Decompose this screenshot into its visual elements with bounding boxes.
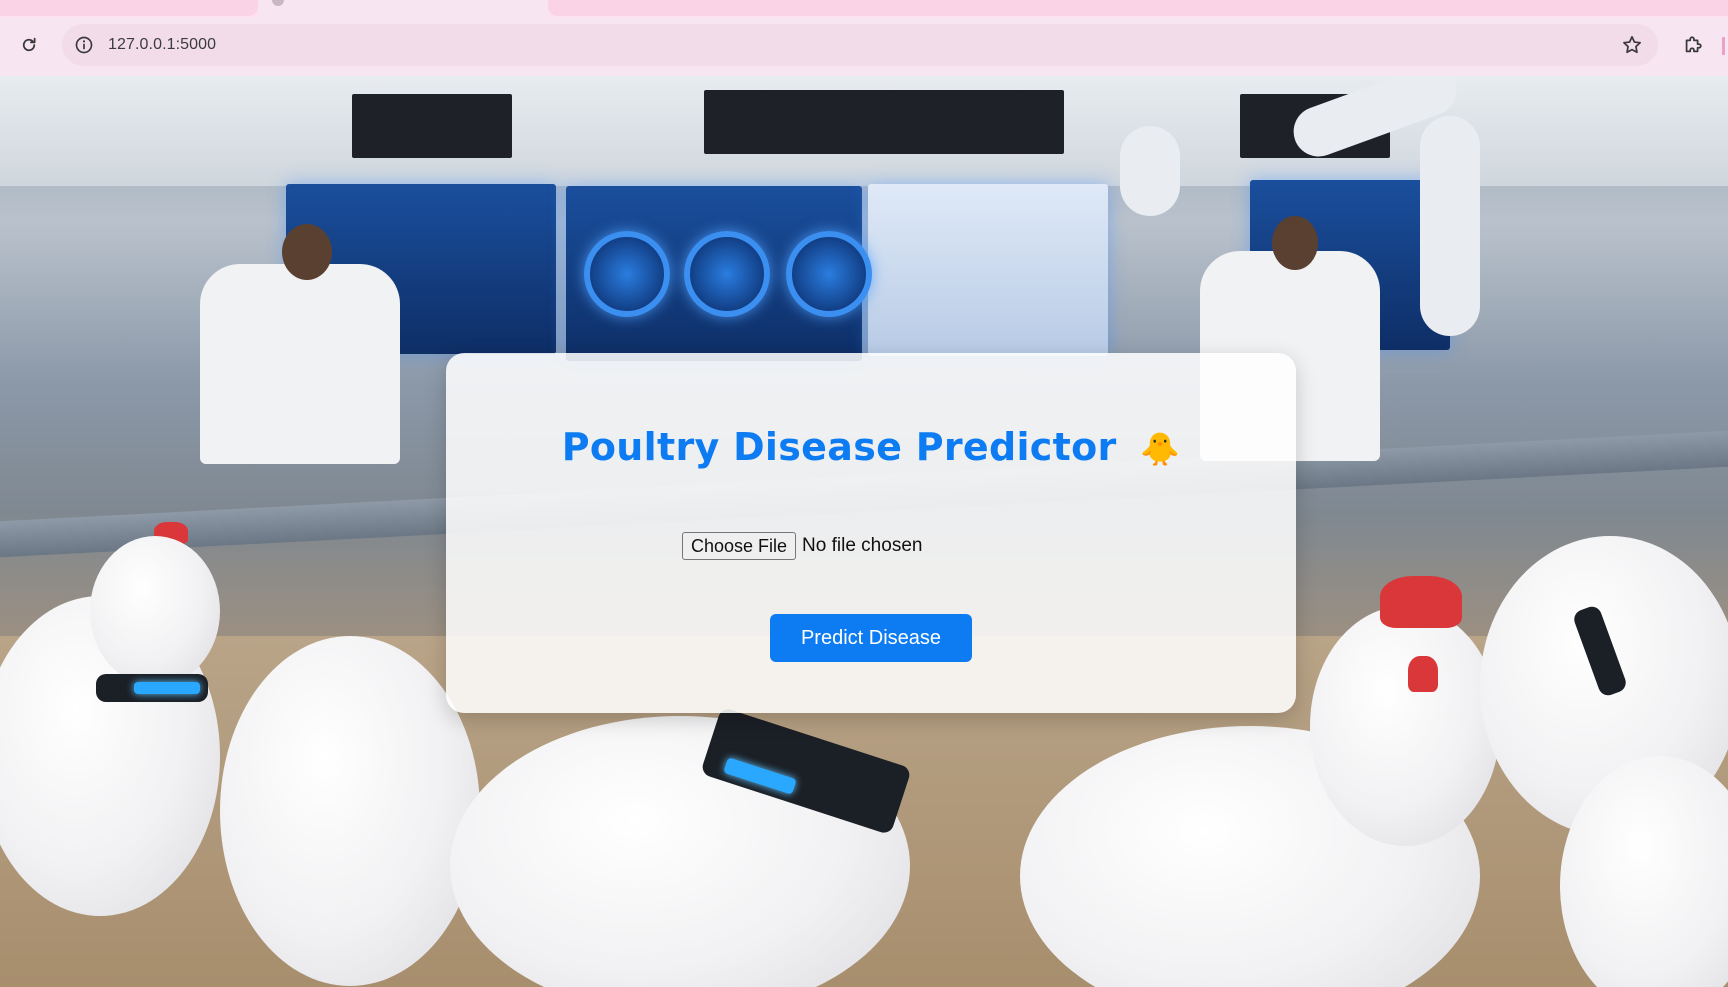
lab-worker-head [1272,216,1318,270]
tab-favicon-icon [272,0,284,6]
url-text[interactable]: 127.0.0.1:5000 [108,36,216,54]
lab-sign [352,94,512,158]
lab-sign [704,90,1064,154]
site-info-button[interactable] [72,33,96,57]
monitor-screen [868,184,1108,356]
bookmark-button[interactable] [1620,33,1644,57]
monitor-dial [786,231,872,317]
choose-file-button[interactable]: Choose File [682,532,797,560]
tab-inactive-left[interactable] [0,0,258,16]
chicken-wattle [1408,656,1438,692]
chicken [220,636,480,986]
browser-chrome: 127.0.0.1:5000 [0,0,1728,76]
reload-icon [22,37,36,52]
address-bar[interactable]: 127.0.0.1:5000 [62,24,1658,66]
lab-worker-head [282,224,332,280]
chick-icon: 🐥 [1140,430,1181,468]
robot-arm [1120,126,1180,216]
star-icon [1623,36,1641,54]
tab-active[interactable] [258,0,548,17]
tab-inactive-right[interactable] [548,0,1728,16]
lab-worker [200,264,400,464]
file-upload-field[interactable]: Choose File No file chosen [682,531,922,561]
monitor-dial [684,231,770,317]
profile-edge [1722,37,1725,55]
predict-disease-button[interactable]: Predict Disease [770,614,972,662]
chicken [1310,606,1500,846]
robot-arm [1420,116,1480,336]
chicken-comb [1380,576,1462,628]
file-status-text: No file chosen [802,535,923,556]
puzzle-icon [1685,36,1702,53]
browser-toolbar: 127.0.0.1:5000 [0,17,1728,76]
reload-button[interactable] [14,30,44,60]
monitor-dial [584,231,670,317]
chicken [90,536,220,686]
page-title-text: Poultry Disease Predictor [561,425,1117,469]
extensions-button[interactable] [1678,30,1708,60]
tab-strip [0,0,1728,17]
chicken-collar-light [134,682,200,694]
info-icon [75,36,93,54]
page-title: Poultry Disease Predictor 🐥 [446,425,1296,469]
